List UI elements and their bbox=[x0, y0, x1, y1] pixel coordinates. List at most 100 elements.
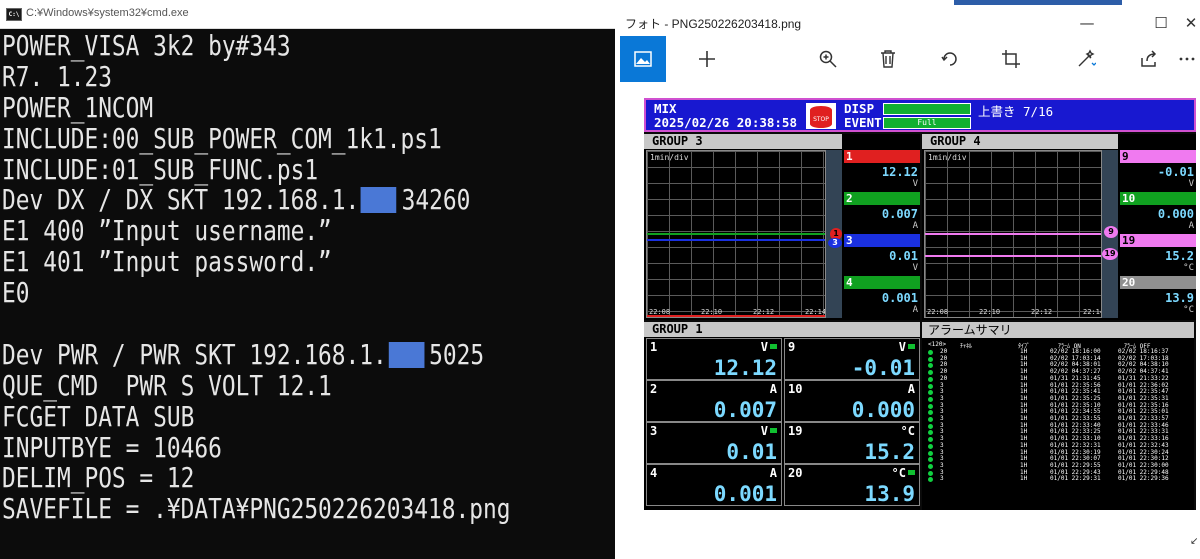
channel-value: 0.001 bbox=[881, 291, 918, 305]
redacted-ip-mask bbox=[388, 341, 425, 368]
console-line-text: POWER_VISA 3k2 by#343 bbox=[2, 30, 291, 62]
digital-channel-value: 0.001 bbox=[713, 482, 777, 506]
zoom-icon[interactable] bbox=[805, 36, 851, 82]
resize-corner-icon[interactable]: ↙ bbox=[1190, 536, 1198, 547]
channel-value: 13.9 bbox=[1165, 291, 1194, 305]
recorder-screenshot: MIX 2025/02/26 20:38:58 STOP DISP EVENT … bbox=[644, 98, 1196, 510]
event-memory-bar: Full bbox=[883, 117, 971, 129]
trend-line-ch4 bbox=[647, 315, 825, 317]
group4-scale-bar: 9 19 bbox=[1102, 150, 1118, 318]
group3-scale-bar: 1 3 bbox=[826, 150, 842, 318]
console-line: INCLUDE:00_SUB_POWER_COM_1k1.ps1 bbox=[2, 123, 508, 155]
console-port: 34260 bbox=[401, 184, 471, 217]
alarm-status-dot-icon bbox=[928, 356, 933, 362]
minimize-button[interactable]: — bbox=[1064, 9, 1110, 37]
digital-channel-cell: 10 A 0.000 bbox=[784, 380, 920, 422]
channel-readout: 1 12.12 V bbox=[844, 150, 920, 192]
alarm-status-dot-icon bbox=[928, 443, 933, 449]
digital-channel-number: 2 bbox=[650, 382, 658, 396]
digital-channel-unit-wrap: V bbox=[899, 340, 915, 354]
console-output[interactable]: POWER_VISA 3k2 by#343 R7. 1.23 POWER_1NCOM… bbox=[2, 31, 612, 525]
cmd-icon: C:\ bbox=[6, 8, 22, 21]
channel-number: 3 bbox=[844, 234, 920, 247]
share-icon[interactable] bbox=[1126, 36, 1172, 82]
channel-unit: °C bbox=[1183, 305, 1194, 315]
alarm-indicator-icon bbox=[770, 344, 777, 349]
channel-marker: 19 bbox=[1102, 248, 1118, 260]
channel-unit: V bbox=[1188, 179, 1194, 189]
add-icon[interactable] bbox=[684, 36, 730, 82]
digital-channel-cell: 9 V -0.01 bbox=[784, 338, 920, 380]
channel-number: 1 bbox=[844, 150, 920, 163]
digital-channel-unit-wrap: °C bbox=[892, 466, 915, 480]
rotate-icon[interactable] bbox=[927, 36, 973, 82]
digital-channel-unit: A bbox=[907, 382, 915, 396]
photos-window-title: フォト - PNG250226203418.png bbox=[625, 17, 802, 31]
console-line-text: E1 400 ”Input username.” bbox=[2, 215, 332, 248]
console-line-text: E1 401 ”Input password.” bbox=[2, 246, 332, 279]
alarm-status-dot-icon bbox=[928, 463, 933, 469]
crop-icon[interactable] bbox=[988, 36, 1034, 82]
console-line: QUE_CMD PWR S VOLT 12.1 bbox=[2, 369, 508, 402]
time-label: 22:10 bbox=[979, 308, 1001, 316]
channel-readout: 3 0.01 V bbox=[844, 234, 920, 276]
console-line-text: FCGET DATA SUB bbox=[2, 400, 195, 433]
alarm-status-dot-icon bbox=[928, 396, 933, 402]
digital-channel-unit-wrap: A bbox=[770, 466, 777, 480]
group1-panel: GROUP 1 1 V 12.12 9 V -0.01 2 A 0.007 10 A 0.000 3 V 0… bbox=[644, 322, 920, 510]
digital-channel-number: 19 bbox=[788, 424, 803, 438]
maximize-button[interactable]: ☐ bbox=[1138, 9, 1184, 37]
console-line: INPUTBYE = 10466 bbox=[2, 432, 508, 464]
more-icon[interactable] bbox=[1174, 36, 1200, 82]
cmd-titlebar[interactable]: C:\ C:¥Windows¥system32¥cmd.exe bbox=[0, 0, 615, 29]
time-per-div: 1min/div bbox=[928, 153, 967, 162]
alarm-ch: 3 bbox=[940, 475, 944, 483]
console-line: SAVEFILE = .¥DATA¥PNG250226203418.png bbox=[2, 493, 511, 526]
mode-label: MIX bbox=[654, 101, 677, 116]
channel-marker: 3 bbox=[828, 238, 842, 248]
channel-value: 0.01 bbox=[889, 249, 918, 263]
channel-number: 10 bbox=[1120, 192, 1196, 205]
digital-channel-unit: V bbox=[898, 340, 906, 354]
time-label: 22:08 bbox=[927, 308, 949, 316]
console-line: POWER_1NCOM bbox=[2, 92, 508, 124]
digital-channel-cell: 1 V 12.12 bbox=[646, 338, 782, 380]
alarm-status-dot-icon bbox=[928, 350, 933, 355]
alarm-status-dot-icon bbox=[928, 477, 933, 483]
digital-channel-cell: 3 V 0.01 bbox=[646, 422, 782, 464]
console-line-text: INCLUDE:01_SUB_FUNC.ps1 bbox=[2, 153, 319, 186]
console-line: E1 400 ”Input username.” bbox=[2, 216, 508, 247]
channel-number: 4 bbox=[844, 276, 920, 289]
digital-channel-value: -0.01 bbox=[851, 356, 915, 380]
console-line-text: QUE_CMD PWR S VOLT 12.1 bbox=[2, 369, 332, 402]
close-button[interactable]: ✕ bbox=[1182, 9, 1200, 37]
console-line-text: Dev PWR / PWR SKT 192.168.1. bbox=[2, 338, 387, 371]
channel-unit: °C bbox=[1183, 263, 1194, 273]
cmd-window[interactable]: C:\ C:¥Windows¥system32¥cmd.exe POWER_VI… bbox=[0, 0, 615, 559]
alarm-on: 01/01 22:29:31 bbox=[1050, 475, 1101, 483]
alarm-status-dot-icon bbox=[928, 383, 933, 389]
alarm-status-dot-icon bbox=[928, 430, 933, 436]
trend-line-ch3 bbox=[647, 239, 825, 241]
console-line-text: SAVEFILE = .¥DATA¥PNG250226203418.png bbox=[2, 493, 511, 526]
console-line-text: R7. 1.23 bbox=[2, 60, 112, 93]
digital-channel-unit: A bbox=[769, 466, 777, 480]
delete-icon[interactable] bbox=[865, 36, 911, 82]
edit-icon[interactable] bbox=[1063, 36, 1109, 82]
time-label: 22:14 bbox=[805, 308, 826, 316]
console-line: POWER_VISA 3k2 by#343 bbox=[2, 31, 508, 62]
group3-panel: GROUP 3 1min/div 22:08 22:10 22:12 22:14… bbox=[644, 134, 920, 320]
digital-channel-number: 4 bbox=[650, 466, 658, 480]
digital-channel-unit-wrap: A bbox=[908, 382, 915, 396]
digital-channel-number: 3 bbox=[650, 424, 658, 438]
photo-icon[interactable] bbox=[620, 36, 666, 82]
trend-line-ch9 bbox=[925, 233, 1101, 235]
alarm-type: 1H bbox=[1020, 475, 1028, 483]
group1-title: GROUP 1 bbox=[644, 322, 920, 337]
time-per-div: 1min/div bbox=[650, 153, 689, 162]
group4-title: GROUP 4 bbox=[922, 134, 1118, 149]
digital-channel-value: 12.12 bbox=[713, 356, 777, 380]
digital-channel-unit-wrap: V bbox=[761, 340, 777, 354]
cmd-window-title: C:¥Windows¥system32¥cmd.exe bbox=[26, 7, 189, 19]
